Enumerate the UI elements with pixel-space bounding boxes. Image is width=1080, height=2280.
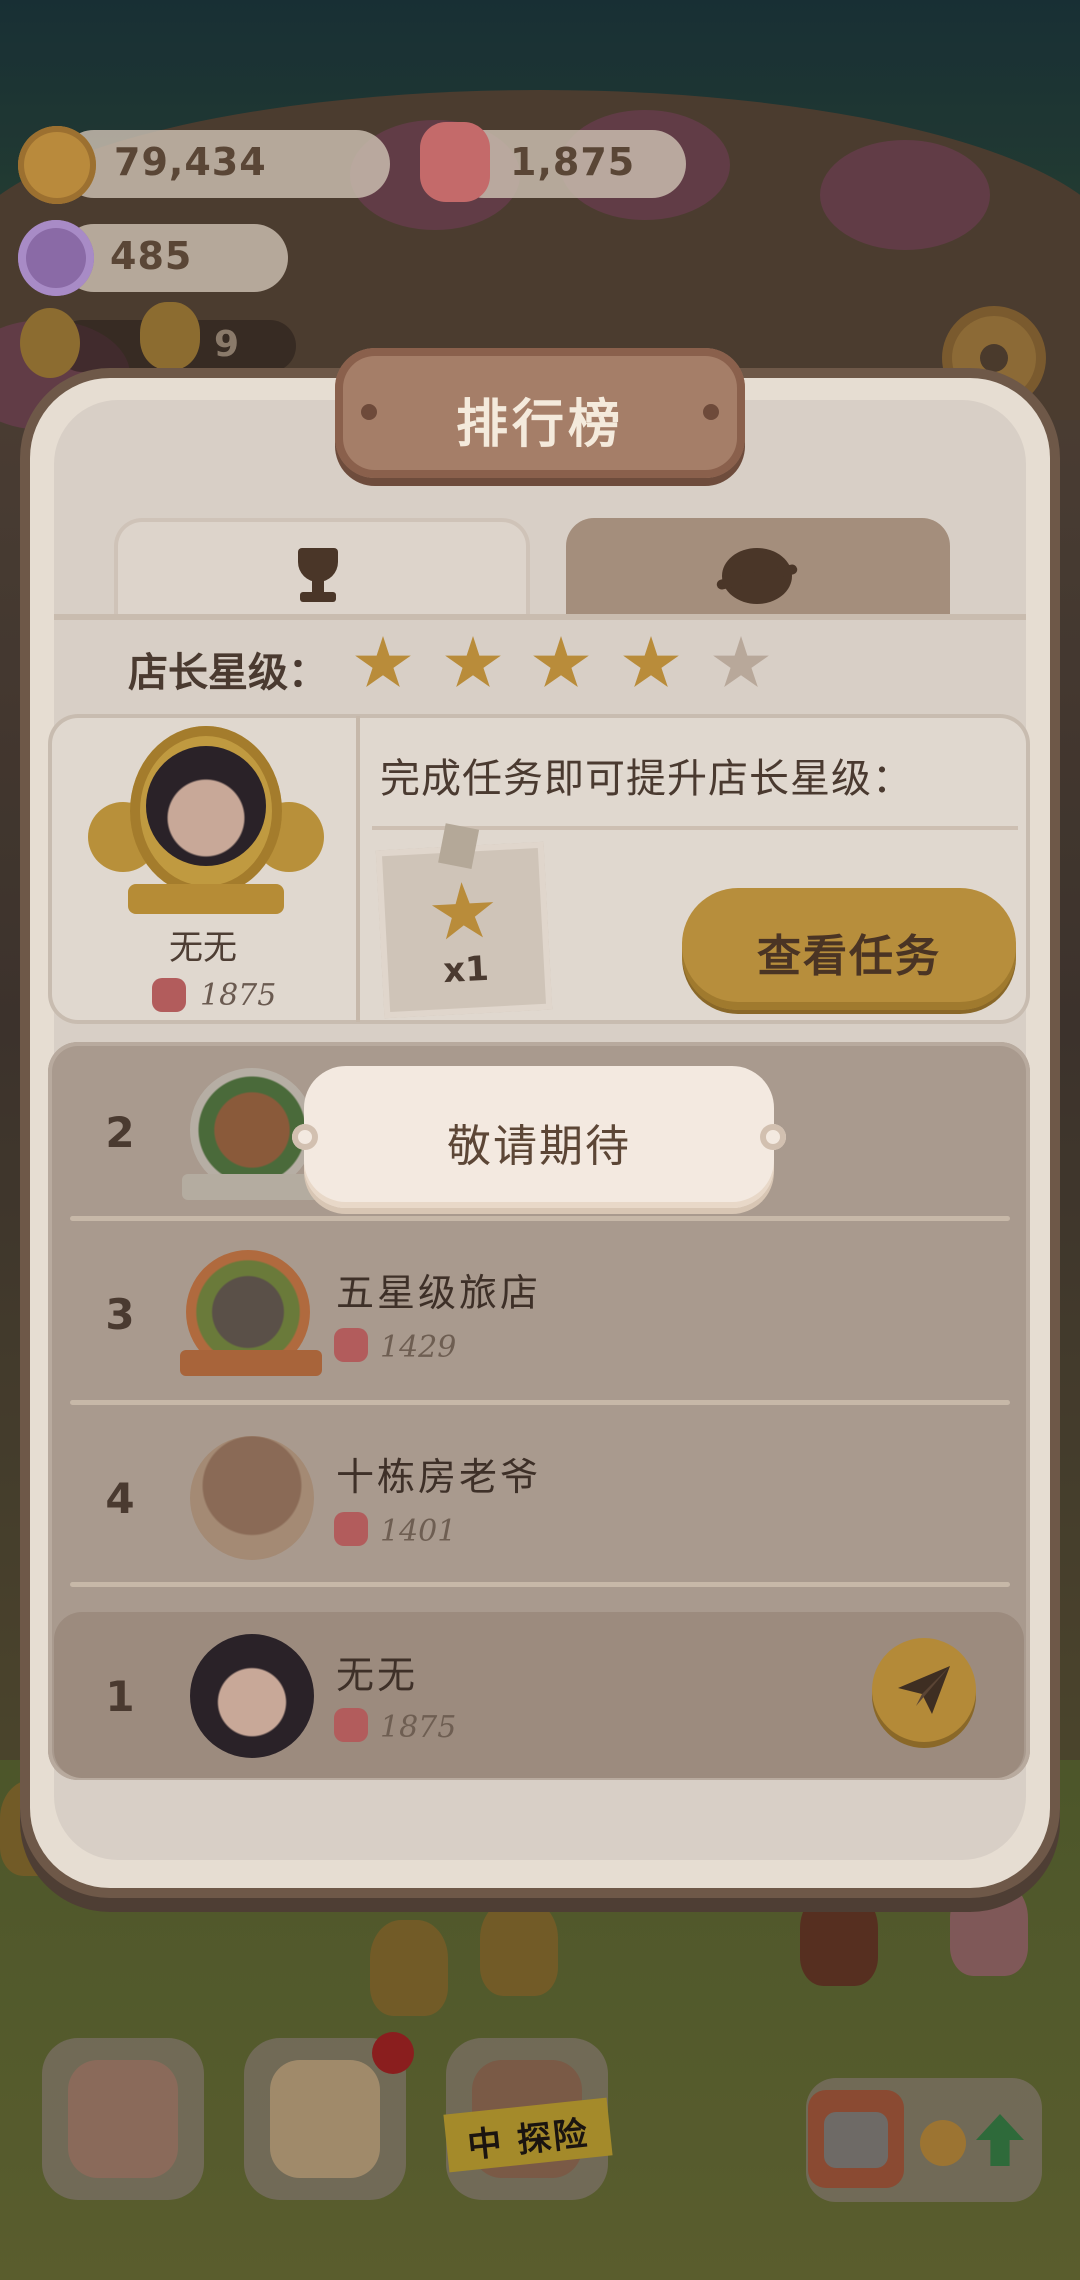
avatar[interactable] xyxy=(190,1436,314,1560)
tape xyxy=(438,823,480,870)
trophy-icon xyxy=(288,548,348,602)
profile-score: 1875 xyxy=(200,978,277,1013)
profile-avatar-badge[interactable] xyxy=(88,722,324,922)
cookie-icon xyxy=(18,126,96,204)
horn-icon xyxy=(20,308,80,378)
player-name: 十栋房老爷 xyxy=(336,1455,542,1499)
candy-count: 485 xyxy=(110,234,193,278)
rank-number: 4 xyxy=(105,1474,135,1523)
profile-name: 无无 xyxy=(169,928,237,968)
task-prompt: 完成任务即可提升店长星级： xyxy=(380,756,913,802)
calendar-icon xyxy=(270,2060,380,2178)
cookie-counter[interactable]: 79,434 xyxy=(60,130,390,198)
my-player-score: 1875 xyxy=(380,1710,457,1745)
player-name: 五星级旅店 xyxy=(336,1271,542,1315)
rank-number: 3 xyxy=(105,1290,135,1339)
star-level-label: 店长星级： xyxy=(128,650,328,696)
coming-soon-toast: 敬请期待 xyxy=(292,1066,786,1208)
cookie-count: 79,434 xyxy=(114,140,267,184)
player-score: 1401 xyxy=(380,1514,457,1549)
gem-icon xyxy=(334,1328,368,1362)
tv-icon xyxy=(808,2090,904,2188)
rank-number: 2 xyxy=(105,1108,135,1157)
level-count: 9 xyxy=(214,324,240,365)
avatar[interactable] xyxy=(190,1634,314,1758)
candy-counter[interactable]: 485 xyxy=(60,224,288,292)
gem-icon xyxy=(334,1512,368,1546)
view-tasks-button[interactable]: 查看任务 xyxy=(682,888,1016,1010)
row-divider xyxy=(70,1582,1010,1587)
star-reward-icon xyxy=(430,880,497,945)
panel-title-plate: 排行榜 xyxy=(335,348,745,478)
view-tasks-label: 查看任务 xyxy=(757,931,941,982)
cookie-icon xyxy=(920,2120,966,2166)
send-button[interactable] xyxy=(872,1638,976,1742)
planet-icon xyxy=(722,548,792,604)
row-divider xyxy=(70,1400,1010,1405)
gem-icon xyxy=(420,122,490,202)
my-player-name: 无无 xyxy=(336,1653,419,1697)
coming-soon-text: 敬请期待 xyxy=(447,1121,631,1172)
gem-count: 1,875 xyxy=(510,140,636,184)
hotel-icon xyxy=(68,2060,178,2178)
candy-icon xyxy=(18,220,94,296)
hotel-button[interactable] xyxy=(42,2038,204,2200)
tab-divider xyxy=(54,614,1026,620)
gem-icon xyxy=(152,978,186,1012)
task-reward-count: x1 xyxy=(442,948,490,992)
gem-icon xyxy=(334,1708,368,1742)
adventure-banner: 中 探险 xyxy=(443,2064,613,2174)
avatar xyxy=(146,746,266,866)
row-divider xyxy=(70,1216,1010,1221)
player-score: 1429 xyxy=(380,1330,457,1365)
my-rank-number: 1 xyxy=(105,1672,135,1721)
notification-dot xyxy=(372,2032,414,2074)
paper-plane-icon xyxy=(898,1666,950,1714)
profile-divider xyxy=(356,716,360,1022)
panel-title: 排行榜 xyxy=(455,395,624,455)
cookie-head-icon xyxy=(140,302,200,370)
task-reward-card: x1 xyxy=(375,823,553,1019)
